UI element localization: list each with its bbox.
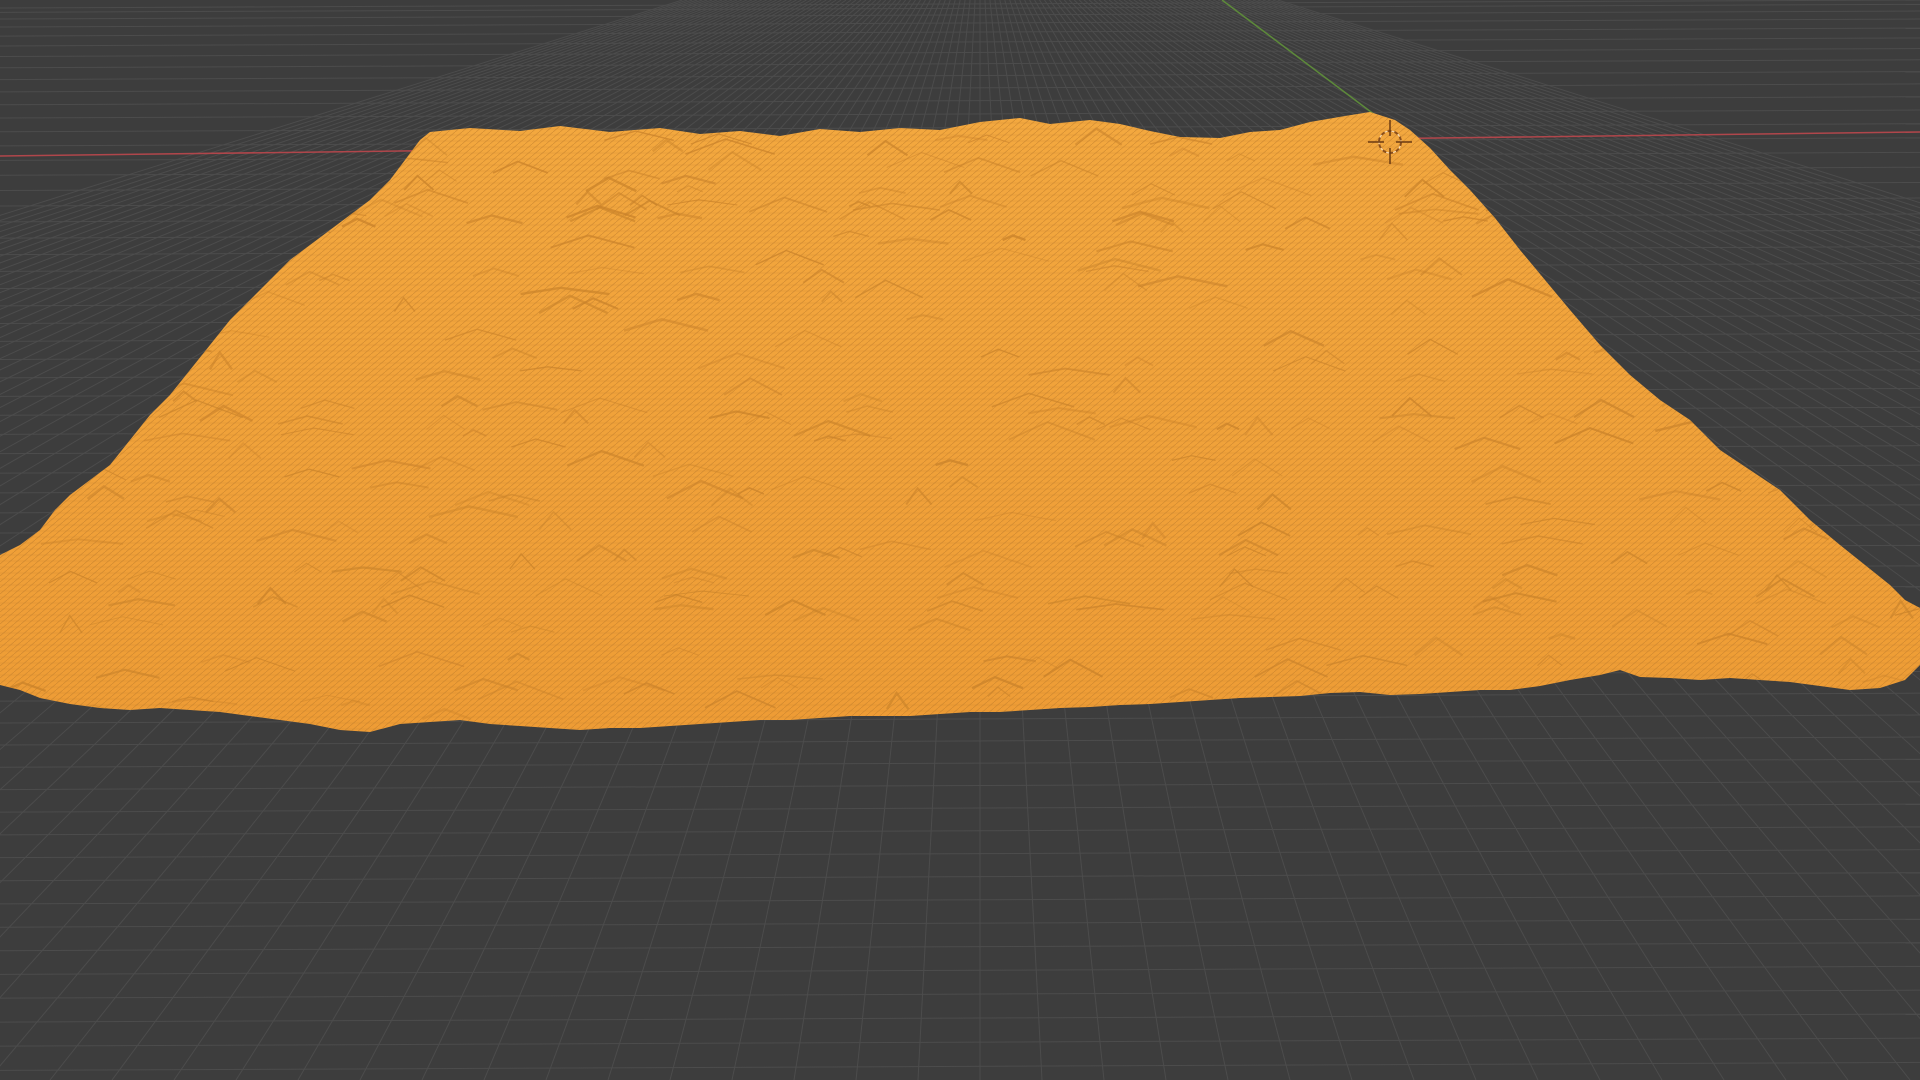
grid-line [0,826,1920,836]
grid-line [0,3,1920,13]
terrain-ridge [1874,387,1920,395]
terrain-ridge [1836,423,1869,433]
3d-viewport[interactable] [0,0,1920,1080]
terrain-ridge [1357,703,1427,715]
grid-line [0,1037,1920,1047]
grid-line [0,918,1920,928]
terrain-ridge [1748,210,1780,227]
terrain-ridge [1250,695,1315,713]
terrain-ridge [1689,334,1763,345]
terrain-ridge [303,195,333,204]
grid-line [0,59,1920,69]
grid-line [0,48,1920,58]
terrain-ridge [139,131,167,151]
grid-line [0,10,1920,20]
grid-line [0,989,1920,999]
viewport-scene[interactable] [0,0,1920,1080]
terrain-ridge [1485,200,1546,212]
terrain-ridge [29,184,64,202]
grid-line [0,736,1920,746]
grid-line [0,872,1920,882]
grid-line [0,758,1920,768]
grid-line [0,895,1920,905]
grid-line [0,71,1920,81]
terrain-ridge [1737,432,1825,439]
terrain-ridge [99,415,140,428]
terrain-ridge [1495,186,1581,199]
terrain-ridge [39,170,99,189]
terrain-ridge [1753,461,1777,472]
grid-line [0,109,1920,119]
grid-line [0,803,1920,813]
terrain-ridge [86,160,144,175]
grid-line [0,942,1920,952]
terrain-ridge [1796,701,1853,717]
terrain-ridge [1802,498,1831,515]
grid-line [0,18,1920,28]
grid-line [0,37,1920,47]
terrain-ridge [1678,354,1750,372]
grid-line [0,1013,1920,1023]
terrain-ridge [1847,182,1920,197]
terrain-ridge [1432,698,1517,714]
grid-line [0,965,1920,975]
grid-line [0,1061,1920,1071]
